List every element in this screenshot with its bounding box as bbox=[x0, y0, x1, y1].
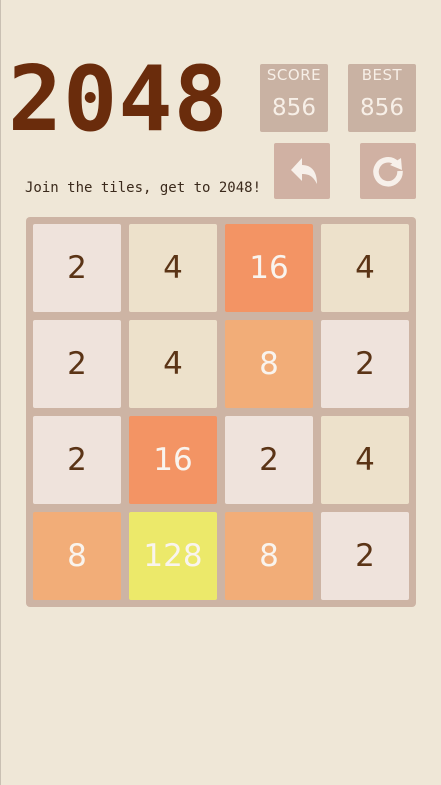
tile-128: 128 bbox=[129, 512, 217, 600]
tile-2: 2 bbox=[321, 512, 409, 600]
restart-button[interactable] bbox=[360, 143, 416, 199]
tile-2: 2 bbox=[33, 320, 121, 408]
game-intro: Join the tiles, get to 2048! bbox=[25, 180, 262, 196]
tile-2: 2 bbox=[33, 224, 121, 312]
tile-2: 2 bbox=[321, 320, 409, 408]
tile-4: 4 bbox=[129, 320, 217, 408]
restart-icon bbox=[373, 157, 403, 187]
window-edge bbox=[0, 0, 1, 785]
tile-16: 16 bbox=[129, 416, 217, 504]
best-score-box: BEST 856 bbox=[348, 64, 416, 132]
tile-8: 8 bbox=[225, 320, 313, 408]
score-value: 856 bbox=[272, 95, 316, 121]
tile-4: 4 bbox=[321, 224, 409, 312]
best-score-value: 856 bbox=[360, 95, 404, 121]
game-board[interactable]: 2 4 16 4 2 4 8 2 2 16 2 4 8 128 8 2 bbox=[26, 217, 416, 607]
tile-4: 4 bbox=[129, 224, 217, 312]
tile-2: 2 bbox=[225, 416, 313, 504]
undo-arrow-icon bbox=[291, 158, 317, 184]
tile-2: 2 bbox=[33, 416, 121, 504]
score-box: SCORE 856 bbox=[260, 64, 328, 132]
tile-8: 8 bbox=[225, 512, 313, 600]
tile-4: 4 bbox=[321, 416, 409, 504]
tile-16: 16 bbox=[225, 224, 313, 312]
best-score-label: BEST bbox=[361, 66, 403, 84]
game-title: 2048 bbox=[8, 47, 229, 152]
undo-button[interactable] bbox=[274, 143, 330, 199]
score-label: SCORE bbox=[266, 66, 322, 84]
tile-8: 8 bbox=[33, 512, 121, 600]
